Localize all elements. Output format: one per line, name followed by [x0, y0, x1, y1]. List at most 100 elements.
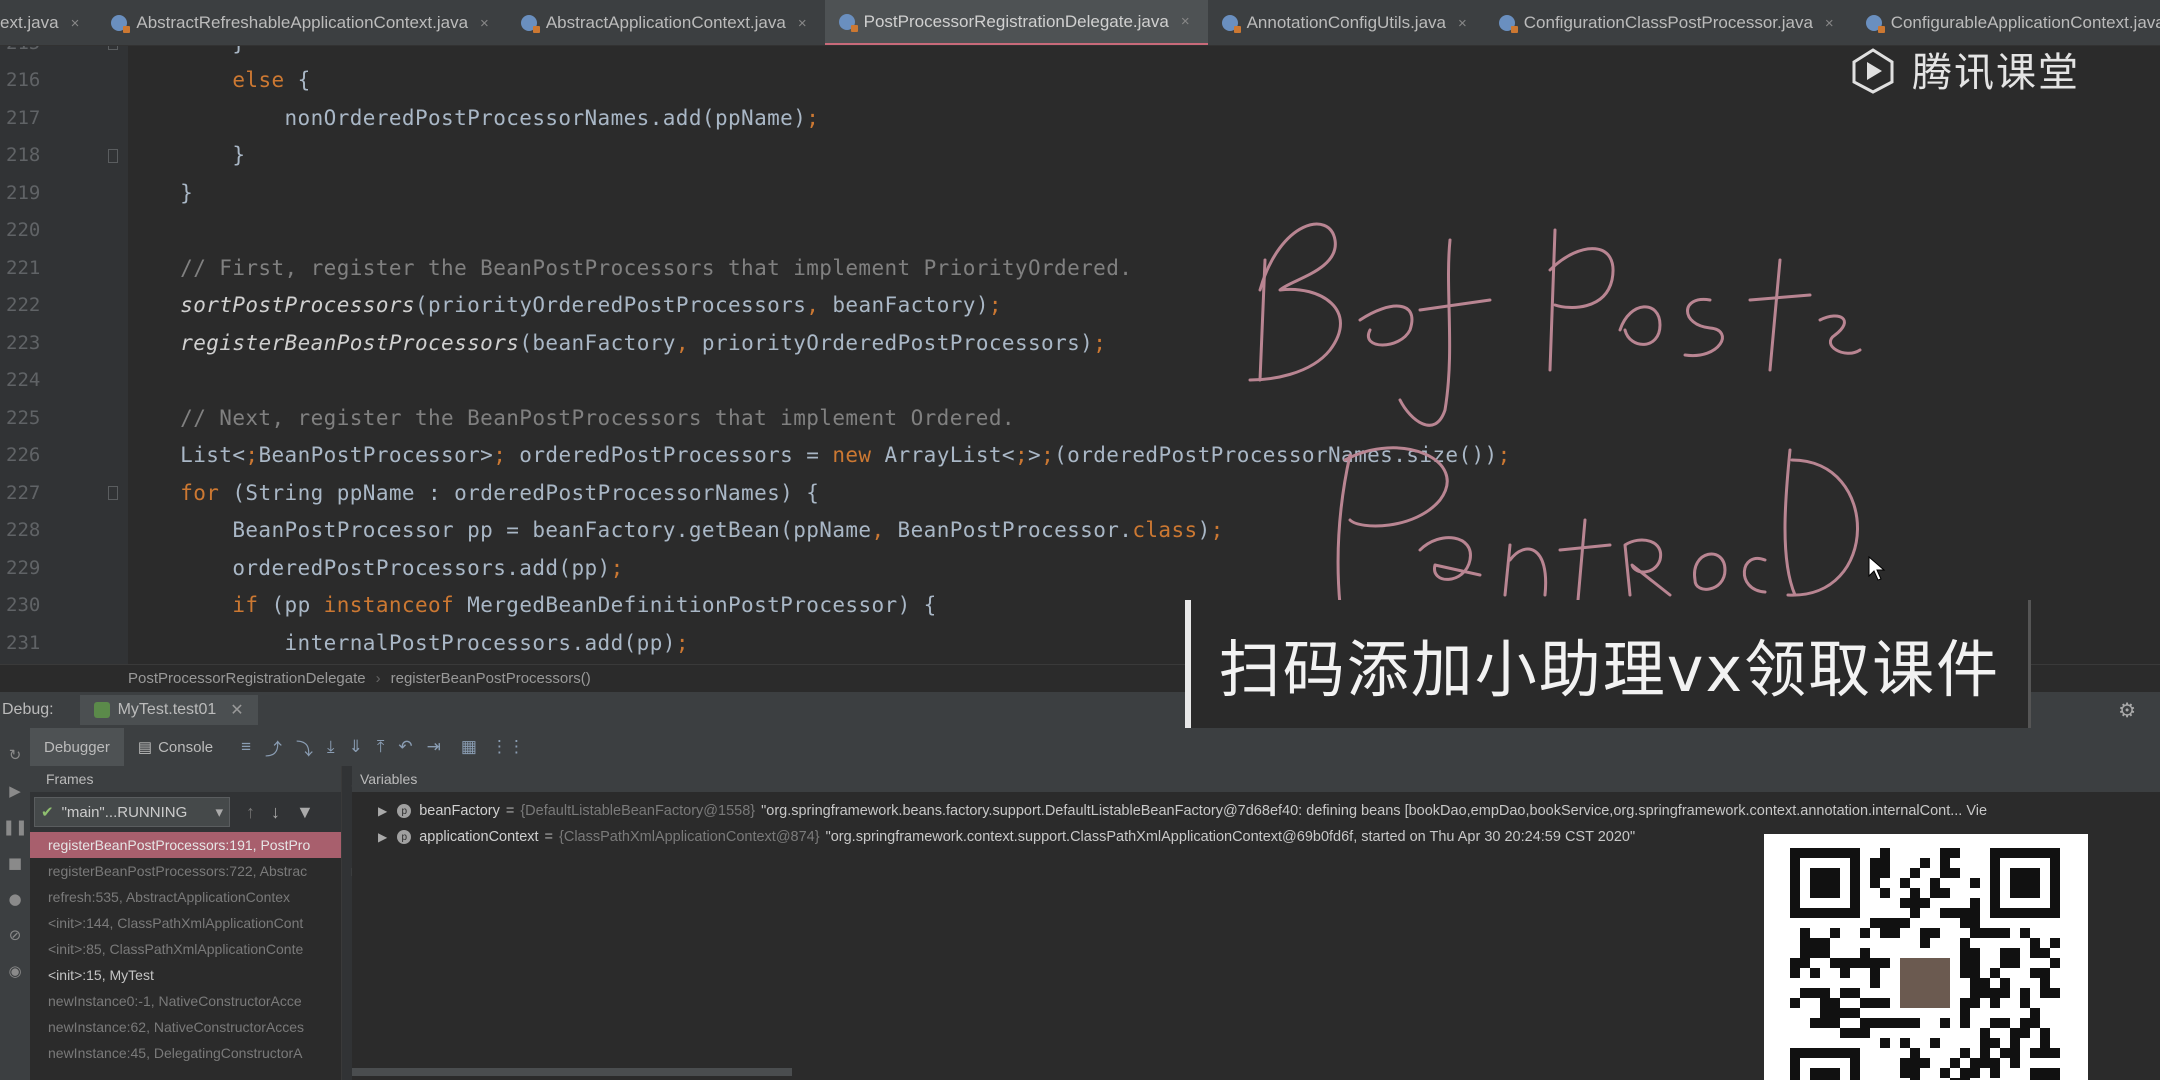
- editor-tab[interactable]: ext.java ×: [0, 0, 97, 45]
- close-tab-icon[interactable]: ×: [1825, 15, 1834, 32]
- scribble-stroke: [1786, 458, 1859, 597]
- close-tab-icon[interactable]: ×: [480, 15, 489, 32]
- stack-frame[interactable]: <init>:144, ClassPathXmlApplicationCont: [30, 910, 341, 936]
- run-config-tab[interactable]: MyTest.test01 ✕: [79, 695, 258, 725]
- qr-module: [1970, 958, 1980, 968]
- stop-icon[interactable]: ■: [0, 854, 30, 872]
- code-text: nonOrderedPostProcessorNames.add(ppName)…: [128, 105, 820, 130]
- qr-finder: [1810, 1068, 1840, 1080]
- resume-icon[interactable]: ▶: [0, 782, 30, 800]
- java-class-icon: [520, 15, 540, 33]
- qr-module: [2040, 968, 2050, 978]
- mute-breakpoints-icon[interactable]: ⊘: [0, 926, 30, 944]
- variable-type: {ClassPathXmlApplicationContext@874}: [559, 829, 820, 845]
- variable-value: "org.springframework.beans.factory.suppo…: [761, 803, 1988, 819]
- fold-marker-icon[interactable]: [108, 486, 118, 500]
- code-line[interactable]: 218 }: [0, 137, 2160, 175]
- qr-module: [2030, 938, 2040, 948]
- java-class-icon: [1221, 15, 1241, 33]
- arrow-down-icon[interactable]: ↓: [271, 802, 280, 823]
- step-into-icon[interactable]: ⤓: [327, 737, 335, 757]
- stack-frame-label: <init>:85, ClassPathXmlApplicationConte: [48, 941, 304, 957]
- qr-module: [1980, 1028, 1990, 1038]
- java-class-icon: [111, 15, 131, 33]
- stack-frame[interactable]: <init>:15, MyTest: [30, 962, 341, 988]
- code-line[interactable]: 216 else {: [0, 62, 2160, 100]
- scribble-stroke: [1418, 536, 1482, 581]
- evaluate-expression-icon[interactable]: ▦: [461, 737, 477, 757]
- editor-tab[interactable]: AbstractApplicationContext.java ×: [507, 0, 825, 45]
- view-breakpoints-icon[interactable]: ●: [0, 890, 30, 908]
- step-out-icon[interactable]: ⤒: [377, 737, 385, 757]
- tab-console[interactable]: ▤ Console: [124, 728, 227, 766]
- scribble-stroke: [1418, 298, 1492, 312]
- qr-center-avatar: [1900, 958, 1950, 1008]
- breadcrumb-class[interactable]: PostProcessorRegistrationDelegate: [128, 670, 366, 687]
- expand-arrow-icon[interactable]: ▶: [378, 830, 387, 844]
- stack-frame[interactable]: newInstance:45, DelegatingConstructorA: [30, 1040, 341, 1066]
- qr-module: [1960, 968, 1970, 978]
- variable-row[interactable]: ▶ p beanFactory = {DefaultListableBeanFactor…: [352, 798, 2160, 824]
- close-icon[interactable]: ✕: [230, 700, 243, 720]
- breadcrumb-method[interactable]: registerBeanPostProcessors(): [391, 670, 591, 687]
- pause-icon[interactable]: ❚❚: [0, 818, 30, 836]
- qr-module: [1910, 908, 1920, 918]
- trace-icon[interactable]: ⋮⋮: [491, 737, 525, 757]
- qr-module: [2030, 1008, 2040, 1018]
- arrow-up-icon[interactable]: ↑: [246, 802, 255, 823]
- qr-module: [1870, 918, 1880, 928]
- close-tab-icon[interactable]: ×: [1181, 13, 1190, 30]
- run-to-cursor-icon[interactable]: ⇥: [427, 737, 441, 757]
- variables-horizontal-scrollbar[interactable]: [352, 1068, 792, 1076]
- scribble-stroke: [1336, 453, 1352, 607]
- qr-module: [1950, 908, 1960, 918]
- thread-select[interactable]: ✔ "main"...RUNNING ▾: [34, 797, 230, 827]
- close-tab-icon[interactable]: ×: [798, 15, 807, 32]
- qr-module: [1930, 1038, 1940, 1048]
- thread-row: ✔ "main"...RUNNING ▾ ↑ ↓ ▼: [30, 792, 341, 832]
- editor-tab[interactable]: ConfigurationClassPostProcessor.java ×: [1485, 0, 1852, 45]
- fold-marker-icon[interactable]: [108, 148, 118, 163]
- stack-frame[interactable]: registerBeanPostProcessors:191, PostPro: [30, 832, 341, 858]
- gear-icon[interactable]: ⚙: [2118, 698, 2136, 723]
- editor-tab[interactable]: AbstractRefreshableApplicationContext.ja…: [97, 0, 506, 45]
- editor-tab[interactable]: PostProcessorRegistrationDelegate.java ×: [824, 0, 1208, 45]
- close-tab-icon[interactable]: ×: [1458, 15, 1467, 32]
- show-execution-point-icon[interactable]: ⤴: [265, 735, 282, 760]
- step-over-icon[interactable]: ⤵: [296, 735, 313, 760]
- code-line[interactable]: 215 }: [0, 46, 2160, 62]
- qr-module: [1870, 968, 1880, 978]
- stack-frame[interactable]: registerBeanPostProcessors:722, Abstrac: [30, 858, 341, 884]
- editor-tab[interactable]: AnnotationConfigUtils.java ×: [1208, 0, 1485, 45]
- code-line[interactable]: 217 nonOrderedPostProcessorNames.add(ppN…: [0, 99, 2160, 137]
- expand-arrow-icon[interactable]: ▶: [378, 804, 387, 818]
- qr-module: [2020, 988, 2030, 998]
- filter-icon[interactable]: ▼: [296, 802, 314, 823]
- stack-frame[interactable]: newInstance:62, NativeConstructorAcces: [30, 1014, 341, 1040]
- stack-frame[interactable]: <init>:85, ClassPathXmlApplicationConte: [30, 936, 341, 962]
- tab-debugger[interactable]: Debugger: [30, 728, 124, 766]
- qr-module: [2040, 1038, 2050, 1048]
- drop-frame-icon[interactable]: ↶: [398, 737, 412, 757]
- qr-module: [2040, 988, 2050, 998]
- stack-frame[interactable]: refresh:535, AbstractApplicationContex: [30, 884, 341, 910]
- rerun-icon[interactable]: ↻: [0, 746, 30, 764]
- qr-module: [1870, 978, 1880, 988]
- qr-module: [1890, 1018, 1900, 1028]
- code-text: }: [128, 180, 194, 205]
- menu-icon[interactable]: ≡: [241, 737, 251, 757]
- qr-module: [1900, 1038, 1910, 1048]
- equals-sign: =: [505, 803, 515, 819]
- force-step-into-icon[interactable]: ⇓: [349, 737, 363, 757]
- fold-marker-icon[interactable]: [108, 46, 118, 50]
- code-text: for (String ppName : orderedPostProcesso…: [180, 480, 820, 505]
- camera-icon[interactable]: ◉: [0, 962, 30, 980]
- editor-tab-label: ConfigurationClassPostProcessor.java: [1523, 13, 1813, 32]
- close-tab-icon[interactable]: ×: [71, 15, 80, 32]
- qr-module: [1970, 878, 1980, 888]
- qr-module: [1910, 868, 1920, 878]
- qr-module: [1870, 1018, 1880, 1028]
- console-icon: ▤: [137, 739, 153, 756]
- stack-frame[interactable]: newInstance0:-1, NativeConstructorAcce: [30, 988, 341, 1014]
- qr-module: [1990, 928, 2000, 938]
